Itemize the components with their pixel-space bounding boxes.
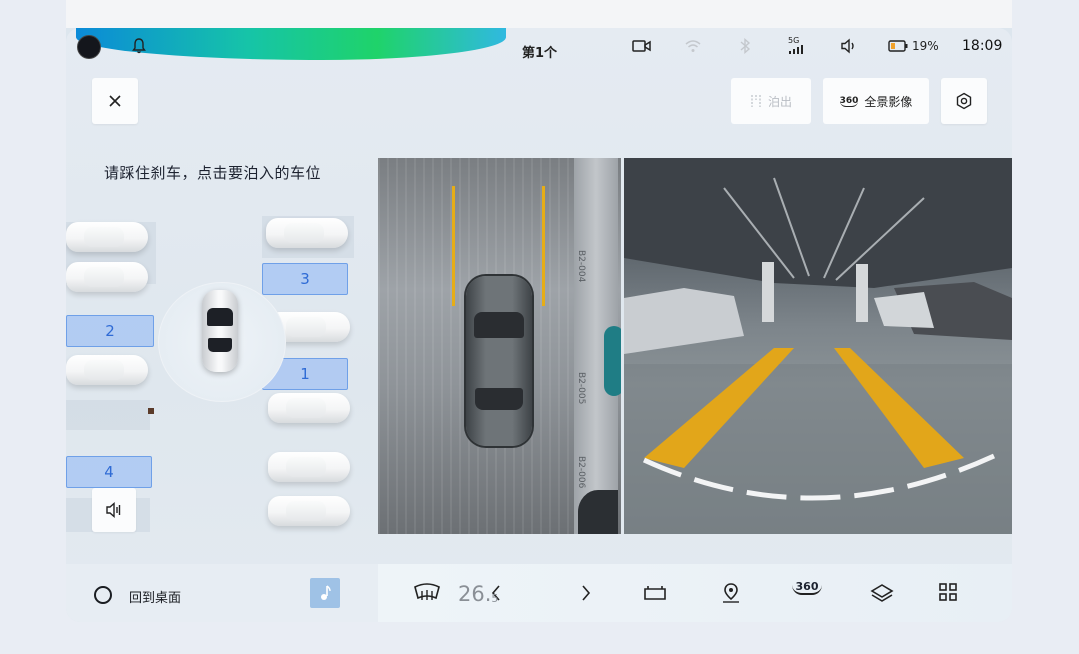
map-shadow: [66, 400, 150, 430]
guide-line-left: [452, 186, 455, 306]
parked-car: [266, 218, 348, 248]
car-seat-icon[interactable]: [642, 582, 668, 604]
clock: 18:09: [962, 38, 1003, 54]
apps-grid-icon[interactable]: [938, 582, 958, 602]
slot-label: 2: [105, 322, 115, 340]
wheel-shadow: [578, 490, 618, 534]
front-camera-scene: [624, 158, 1012, 534]
parked-car: [66, 222, 148, 252]
rear-glass: [475, 388, 523, 410]
surround-view-360-icon[interactable]: 360: [792, 580, 822, 604]
surround-view-button[interactable]: 360 全景影像: [823, 78, 929, 124]
voice-button[interactable]: [92, 488, 136, 532]
parked-car: [268, 496, 350, 526]
status-bar: 第1个 5G 19% 18:09: [66, 28, 1012, 64]
settings-button[interactable]: [941, 78, 987, 124]
home-label[interactable]: 回到桌面: [129, 587, 181, 606]
surround-view-label: 全景影像: [864, 94, 913, 109]
temperature-main: 26.: [458, 582, 492, 606]
layers-icon[interactable]: [870, 582, 894, 604]
signal-icon: 5G: [788, 36, 806, 54]
volume-icon[interactable]: [840, 38, 858, 54]
parked-car: [66, 262, 148, 292]
slot-label: 4: [104, 463, 114, 481]
obstacle-marker: [148, 408, 154, 414]
wall-label: B2-005: [576, 372, 586, 405]
battery-percent: 19%: [912, 39, 939, 53]
settings-icon: [956, 92, 972, 110]
speaker-icon: [106, 501, 121, 519]
camera-icon: [632, 40, 651, 52]
slot-label: 1: [300, 365, 310, 383]
top-view-car: [466, 276, 532, 446]
parking-slot-2[interactable]: 2: [66, 315, 154, 347]
close-icon: [109, 95, 121, 107]
home-icon[interactable]: [94, 586, 112, 604]
parking-slot-3[interactable]: 3: [262, 263, 348, 295]
music-note-icon: [321, 585, 331, 600]
parked-car: [268, 393, 350, 423]
chevron-right-icon[interactable]: [580, 582, 592, 604]
front-camera-view[interactable]: [624, 158, 1012, 534]
bluetooth-icon: [740, 38, 751, 54]
park-out-label: 泊出: [767, 94, 792, 109]
badge-360: 360: [792, 580, 822, 595]
status-title: 第1个: [522, 46, 558, 61]
screen: 第1个 5G 19% 18:09 泊出 360 全景影像 请踩住刹车，点击要泊入…: [66, 0, 1012, 622]
parking-instruction: 请踩住刹车，点击要泊入的车位: [104, 164, 322, 182]
adjacent-car: [604, 326, 621, 396]
wifi-icon: [685, 40, 701, 52]
wall-label: B2-006: [576, 456, 586, 489]
bird-eye-camera-view[interactable]: B2-004 B2-005 B2-006: [378, 158, 621, 534]
ego-car: [202, 290, 238, 372]
temperature-readout: 26.5: [458, 582, 498, 606]
close-button[interactable]: [92, 78, 138, 124]
logo-icon[interactable]: [78, 36, 100, 58]
surround-360-icon: 360: [839, 95, 859, 107]
battery-icon: [888, 40, 908, 52]
front-glass: [474, 312, 524, 338]
park-out-button[interactable]: 泊出: [731, 78, 811, 124]
bell-icon[interactable]: [132, 38, 146, 54]
screen-top-strip: [66, 0, 1012, 28]
park-out-icon: [751, 95, 761, 107]
music-button[interactable]: [310, 578, 340, 608]
slot-label: 3: [300, 270, 310, 288]
parking-slot-4[interactable]: 4: [66, 456, 152, 488]
wall-label: B2-004: [576, 250, 586, 283]
parked-car: [268, 452, 350, 482]
parked-car: [66, 355, 148, 385]
navigation-icon[interactable]: [720, 582, 742, 604]
guide-line-right: [542, 186, 545, 306]
defrost-icon[interactable]: [412, 582, 442, 604]
temperature-decimal: 5: [491, 592, 499, 605]
dock-bar: 回到桌面 360: [66, 564, 1012, 622]
